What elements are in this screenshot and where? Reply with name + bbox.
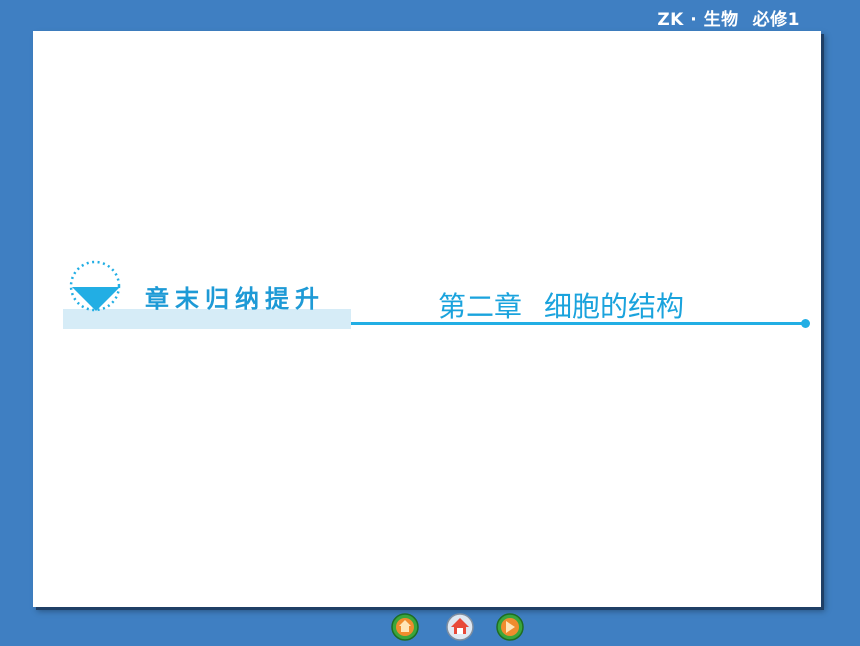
header-subject: ZK · 生物 — [657, 10, 739, 30]
navigation-bar — [390, 612, 530, 642]
section-emblem-icon — [69, 260, 121, 312]
nav-home-button[interactable] — [390, 612, 420, 642]
house-icon — [446, 613, 474, 641]
section-label: 章末归纳提升 — [145, 284, 325, 313]
slide-canvas: 章末归纳提升 第二章 细胞的结构 — [33, 31, 821, 607]
chapter-number: 第二章 — [438, 290, 523, 323]
next-icon — [496, 613, 524, 641]
title-line-endpoint — [801, 319, 810, 328]
chapter-name: 细胞的结构 — [544, 290, 685, 323]
nav-next-button[interactable] — [495, 612, 525, 642]
nav-house-button[interactable] — [445, 612, 475, 642]
header-course-tag: ZK · 生物 必修1 — [657, 5, 800, 30]
chapter-title: 第二章 细胞的结构 — [438, 285, 684, 325]
home-icon — [391, 613, 419, 641]
header-volume: 必修1 — [752, 10, 800, 30]
